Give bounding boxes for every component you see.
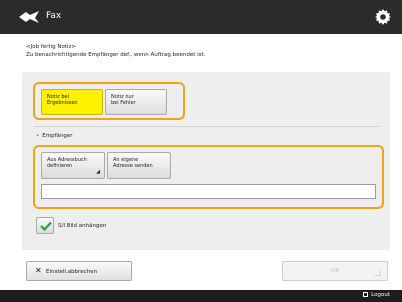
logout-button[interactable]: Logout bbox=[363, 292, 390, 298]
job-notice-header: <Job fertig Notiz> Zu benachrichtigende … bbox=[26, 43, 205, 59]
logout-label: Logout bbox=[371, 292, 390, 298]
corner-mark bbox=[375, 270, 381, 276]
address-book-button[interactable]: Aus Adressbuch definieren ◢ bbox=[41, 152, 105, 179]
own-address-label-2: Adresse senden bbox=[113, 163, 153, 169]
send-to-own-address-button[interactable]: An eigene Adresse senden bbox=[107, 152, 171, 179]
checkmark-icon bbox=[40, 221, 52, 231]
logout-icon bbox=[363, 292, 369, 297]
cancel-settings-label: Einstell.abbrechen bbox=[46, 269, 97, 275]
cancel-settings-button[interactable]: ✕ Einstell.abbrechen bbox=[26, 261, 132, 281]
notify-on-error-label-2: bei Fehler bbox=[111, 100, 136, 106]
ok-button[interactable]: OK bbox=[282, 261, 388, 281]
notify-mode-group: Notiz bei Ergebnissen Notiz nur bei Fehl… bbox=[33, 82, 185, 120]
gear-icon[interactable] bbox=[374, 8, 392, 26]
title-bar: Fax bbox=[0, 0, 402, 34]
attach-image-checkbox[interactable] bbox=[36, 217, 54, 234]
address-book-label-2: definieren bbox=[47, 163, 73, 169]
dropdown-caret-icon: ◢ bbox=[96, 169, 100, 175]
recipient-group: Aus Adressbuch definieren ◢ An eigene Ad… bbox=[33, 145, 384, 209]
screen-description: Zu benachrichtigende Empfänger def., wen… bbox=[26, 52, 206, 58]
app-title: Fax bbox=[46, 11, 62, 21]
recipient-label: • Empfänger bbox=[36, 133, 73, 139]
status-bar: Logout bbox=[0, 290, 402, 302]
screen-heading: <Job fertig Notiz> bbox=[26, 44, 76, 50]
ok-label: OK bbox=[331, 268, 339, 274]
close-icon: ✕ bbox=[35, 266, 42, 275]
settings-panel: Notiz bei Ergebnissen Notiz nur bei Fehl… bbox=[22, 72, 390, 250]
recipient-address-field[interactable] bbox=[41, 184, 376, 199]
notify-on-results-label-2: Ergebnissen bbox=[47, 100, 78, 106]
fax-app-icon bbox=[19, 11, 39, 23]
bullet-icon: • bbox=[36, 133, 40, 139]
recipient-label-text: Empfänger bbox=[42, 133, 73, 139]
attach-image-label: S/I Bild anhängen bbox=[58, 223, 107, 229]
notify-on-results-button[interactable]: Notiz bei Ergebnissen bbox=[41, 89, 103, 115]
divider bbox=[34, 126, 379, 127]
notify-on-error-button[interactable]: Notiz nur bei Fehler bbox=[105, 89, 167, 115]
